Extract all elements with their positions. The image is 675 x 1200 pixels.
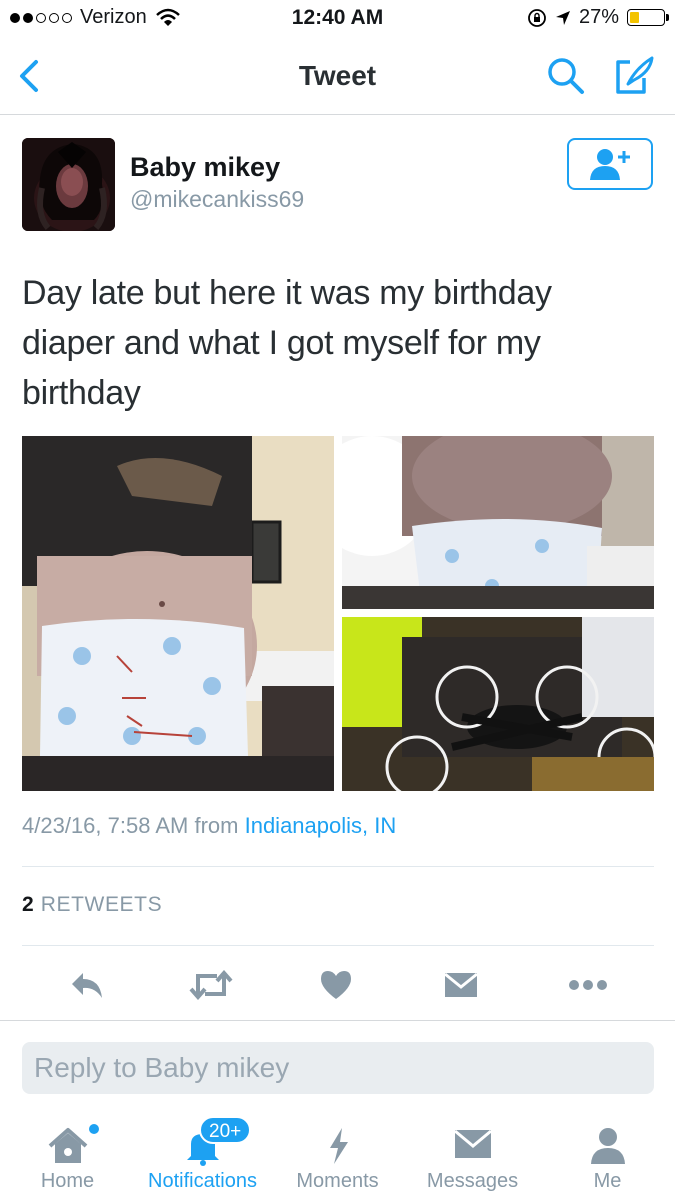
tab-label: Notifications [148,1170,257,1192]
media-photo-3[interactable] [342,617,654,791]
rotation-lock-icon [528,8,546,27]
author-handle[interactable]: @mikecankiss69 [130,186,304,213]
tab-messages[interactable]: Messages [405,1112,540,1200]
author-name[interactable]: Baby mikey [130,152,280,183]
tab-label: Me [593,1170,622,1192]
media-photo-2[interactable] [342,436,654,609]
status-right: 27% [527,6,669,29]
tweet-meta: 4/23/16, 7:58 AM from Indianapolis, IN [22,813,396,839]
location-arrow-icon [555,10,570,25]
lightning-icon [329,1128,348,1164]
tweet-timestamp: 4/23/16, 7:58 AM from [22,813,239,838]
avatar[interactable] [22,138,115,231]
reply-icon [72,973,102,998]
reply-button[interactable] [62,960,112,1010]
tab-home[interactable]: Home [0,1112,135,1200]
compose-icon[interactable] [612,54,656,96]
notification-badge: 20+ [199,1116,252,1144]
retweet-icon [189,970,233,1000]
nav-bar: Tweet [0,38,675,115]
home-icon [48,1128,87,1163]
tab-label: Home [40,1170,95,1192]
envelope-icon [453,1129,492,1158]
retweet-button[interactable] [186,960,236,1010]
tab-bar: Home 20+ Notifications Moments Messages [0,1112,675,1200]
battery-percent: 27% [578,6,619,28]
divider [22,866,654,867]
tweet-actions [0,960,675,1010]
tweet-text: Day late but here it was my birthday dia… [22,274,552,412]
like-button[interactable] [311,960,361,1010]
retweet-count: 2 [22,893,35,916]
tweet-location-link[interactable]: Indianapolis, IN [245,813,397,838]
heart-icon [321,971,351,999]
more-icon [569,980,607,990]
divider [22,945,654,946]
search-icon[interactable] [546,56,586,96]
add-user-icon [590,149,630,180]
follow-button[interactable] [567,138,653,190]
envelope-icon [444,972,478,997]
status-bar: Verizon 12:40 AM 27% [0,0,675,38]
direct-message-button[interactable] [436,960,486,1010]
tab-moments[interactable]: Moments [270,1112,405,1200]
divider [0,1020,675,1021]
reply-input[interactable]: Reply to Baby mikey [22,1042,654,1094]
retweet-label: RETWEETS [40,893,163,916]
tab-notifications[interactable]: 20+ Notifications [135,1112,270,1200]
battery-icon [627,9,669,26]
unread-dot [89,1124,99,1134]
person-icon [590,1128,625,1164]
retweet-stats[interactable]: 2 RETWEETS [22,893,162,917]
tab-me[interactable]: Me [540,1112,675,1200]
media-grid [22,436,654,791]
media-photo-1[interactable] [22,436,334,791]
tab-label: Messages [426,1170,519,1192]
more-button[interactable] [563,960,613,1010]
tab-label: Moments [296,1170,379,1192]
